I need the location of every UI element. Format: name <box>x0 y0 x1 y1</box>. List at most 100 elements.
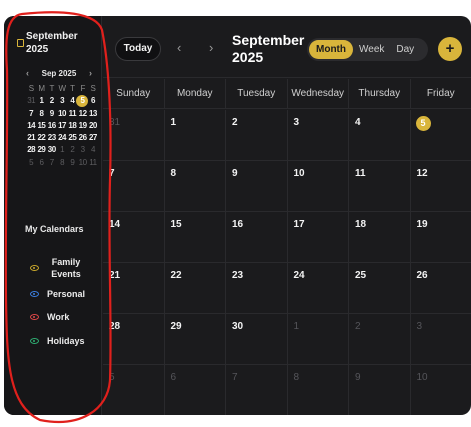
day-cell[interactable]: 9 <box>349 365 411 415</box>
today-button[interactable]: Today <box>115 37 161 61</box>
day-cell[interactable]: 31 <box>103 110 165 160</box>
mini-day[interactable]: 27 <box>88 132 98 144</box>
day-cell[interactable]: 7 <box>226 365 288 415</box>
day-number: 3 <box>416 321 423 332</box>
mini-day[interactable]: 6 <box>88 95 98 107</box>
day-cell[interactable]: 22 <box>165 263 226 313</box>
day-number: 10 <box>293 168 305 179</box>
day-cell[interactable]: 21 <box>103 263 165 313</box>
mini-day[interactable]: 17 <box>57 120 67 132</box>
day-number: 17 <box>293 219 305 230</box>
mini-day[interactable]: 10 <box>77 157 87 169</box>
day-cell[interactable]: 8 <box>165 161 226 211</box>
mini-day[interactable]: 1 <box>36 95 46 107</box>
mini-day[interactable]: 22 <box>36 132 46 144</box>
day-cell[interactable]: 30 <box>226 314 288 364</box>
calendar-toggle[interactable]: Holidays <box>30 336 85 346</box>
view-week-button[interactable]: Week <box>353 40 390 59</box>
day-cell[interactable]: 1 <box>165 110 226 160</box>
day-cell[interactable]: 28 <box>103 314 165 364</box>
add-event-button[interactable]: + <box>438 37 462 61</box>
day-cell[interactable]: 10 <box>411 365 471 415</box>
day-cell[interactable]: 17 <box>288 212 349 262</box>
day-cell[interactable]: 14 <box>103 212 165 262</box>
day-cell[interactable]: 11 <box>349 161 411 211</box>
mini-day[interactable]: 20 <box>88 120 98 132</box>
day-cell[interactable]: 24 <box>288 263 349 313</box>
mini-day[interactable]: 30 <box>47 144 57 156</box>
mini-day[interactable]: 16 <box>47 120 57 132</box>
calendar-toggle[interactable]: Family Events <box>30 256 85 280</box>
mini-day[interactable]: 9 <box>67 157 77 169</box>
day-cell[interactable]: 8 <box>288 365 349 415</box>
day-cell[interactable]: 16 <box>226 212 288 262</box>
day-number: 8 <box>170 168 177 179</box>
mini-day[interactable]: 29 <box>36 144 46 156</box>
mini-day[interactable]: 11 <box>67 108 77 120</box>
mini-day[interactable]: 31 <box>26 95 36 107</box>
day-cell[interactable]: 29 <box>165 314 226 364</box>
calendar-toggle[interactable]: Personal <box>30 289 85 299</box>
mini-day[interactable]: 3 <box>57 95 67 107</box>
day-cell[interactable]: 5 <box>103 365 165 415</box>
mini-day[interactable]: 21 <box>26 132 36 144</box>
mini-day[interactable]: 8 <box>57 157 67 169</box>
day-cell[interactable]: 6 <box>165 365 226 415</box>
day-cell[interactable]: 1 <box>288 314 349 364</box>
month-title: September 2025 <box>232 32 305 65</box>
mini-day[interactable]: 4 <box>88 144 98 156</box>
next-month-button[interactable]: › <box>209 40 213 55</box>
day-cell[interactable]: 25 <box>349 263 411 313</box>
day-cell-today[interactable]: 5 <box>411 110 471 160</box>
mini-day[interactable]: 3 <box>77 144 87 156</box>
mini-day[interactable]: 7 <box>47 157 57 169</box>
day-cell[interactable]: 19 <box>411 212 471 262</box>
day-cell[interactable]: 3 <box>411 314 471 364</box>
mini-day[interactable]: 13 <box>88 108 98 120</box>
mini-day[interactable]: 8 <box>36 108 46 120</box>
mini-day[interactable]: 2 <box>67 144 77 156</box>
day-cell[interactable]: 12 <box>411 161 471 211</box>
day-cell[interactable]: 15 <box>165 212 226 262</box>
mini-prev-month-button[interactable]: ‹ <box>26 68 29 78</box>
day-number: 25 <box>355 270 367 281</box>
day-number: 16 <box>232 219 244 230</box>
day-cell[interactable]: 7 <box>103 161 165 211</box>
prev-month-button[interactable]: ‹ <box>177 40 181 55</box>
day-cell[interactable]: 9 <box>226 161 288 211</box>
day-cell[interactable]: 3 <box>288 110 349 160</box>
day-cell[interactable]: 23 <box>226 263 288 313</box>
day-cell[interactable]: 2 <box>226 110 288 160</box>
calendar-toggle[interactable]: Work <box>30 312 69 322</box>
mini-day[interactable]: 25 <box>67 132 77 144</box>
mini-next-month-button[interactable]: › <box>89 68 92 78</box>
day-cell[interactable]: 18 <box>349 212 411 262</box>
mini-day[interactable]: 23 <box>47 132 57 144</box>
day-cell[interactable]: 4 <box>349 110 411 160</box>
mini-day[interactable]: 2 <box>47 95 57 107</box>
mini-day[interactable]: 1 <box>57 144 67 156</box>
mini-day[interactable]: 10 <box>57 108 67 120</box>
mini-day[interactable]: 18 <box>67 120 77 132</box>
mini-day[interactable]: 6 <box>36 157 46 169</box>
mini-day[interactable]: 5 <box>26 157 36 169</box>
mini-day[interactable]: 12 <box>77 108 87 120</box>
day-cell[interactable]: 2 <box>349 314 411 364</box>
day-cell[interactable]: 10 <box>288 161 349 211</box>
mini-day[interactable]: 19 <box>77 120 87 132</box>
view-month-button[interactable]: Month <box>309 40 353 59</box>
mini-day[interactable]: 28 <box>26 144 36 156</box>
eye-icon <box>30 314 39 320</box>
mini-day-today[interactable]: 5 <box>76 95 89 108</box>
mini-day[interactable]: 7 <box>26 108 36 120</box>
mini-day[interactable]: 9 <box>47 108 57 120</box>
mini-day[interactable]: 15 <box>36 120 46 132</box>
mini-weekday-label: W <box>58 84 67 93</box>
day-number: 26 <box>416 270 428 281</box>
mini-day[interactable]: 11 <box>88 157 98 169</box>
day-cell[interactable]: 26 <box>411 263 471 313</box>
mini-day[interactable]: 14 <box>26 120 36 132</box>
view-day-button[interactable]: Day <box>390 40 420 59</box>
mini-day[interactable]: 24 <box>57 132 67 144</box>
mini-day[interactable]: 26 <box>77 132 87 144</box>
